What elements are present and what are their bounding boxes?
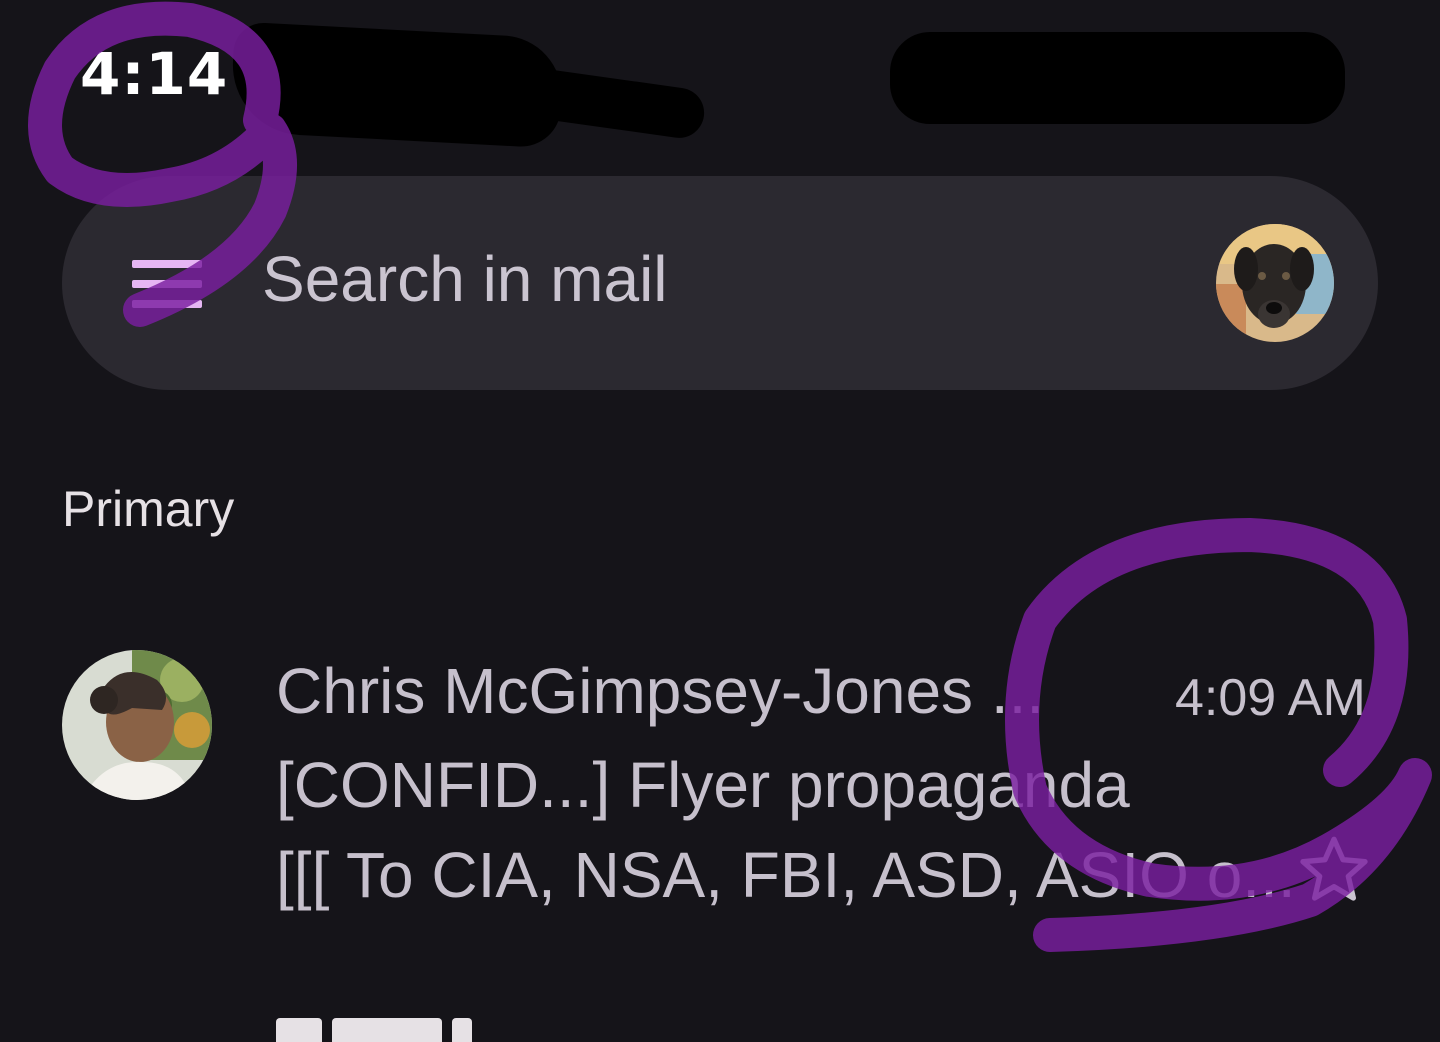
next-section-title-partial [276,1018,576,1042]
email-sender: Chris McGimpsey-Jones ... [276,655,1045,727]
email-snippet: [[[ To CIA, NSA, FBI, ASD, ASIO o... [276,839,1296,911]
menu-icon[interactable] [132,260,204,308]
sender-avatar [62,650,212,800]
star-icon[interactable] [1294,830,1374,910]
account-avatar[interactable] [1216,224,1334,342]
email-time: 4:09 AM [1175,669,1366,727]
email-list-item[interactable]: Chris McGimpsey-Jones ... 4:09 AM [CONFI… [0,630,1440,930]
search-bar[interactable]: Search in mail [62,176,1378,390]
redaction-mark [890,32,1345,124]
search-input[interactable]: Search in mail [262,242,668,316]
status-bar-time: 4:14 [80,40,229,108]
gmail-inbox-screen: 4:14 Search in mail Primary Chris McGimp… [0,0,1440,1042]
email-subject: [CONFID...] Flyer propaganda [276,749,1130,821]
section-title-primary: Primary [62,481,235,537]
